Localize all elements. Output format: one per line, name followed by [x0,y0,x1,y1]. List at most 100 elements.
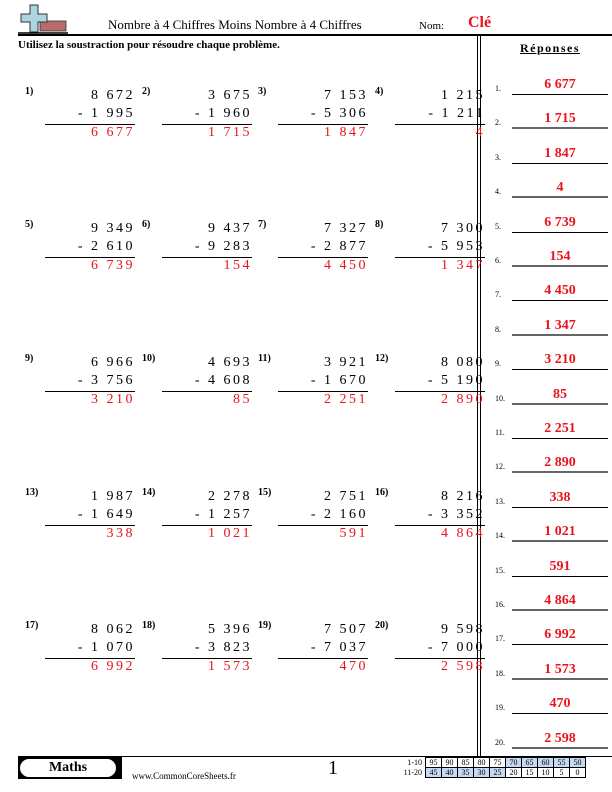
answer-key-value: 6 739 [544,214,576,230]
answer-key-value: 3 210 [544,352,576,368]
answer-line [512,231,608,233]
problem-answer: 1 573 [208,659,252,674]
problem: 9) 6 966 - 3 756 3 210 [25,353,135,433]
score-cell: 50 [569,757,586,768]
problem-answer: 1 715 [208,125,252,140]
answer-key-value: 2 890 [544,455,576,471]
problem: 6) 9 437 - 9 283 154 [142,219,252,299]
answer-line [512,300,608,302]
problem-number: 9) [25,353,34,364]
answer-key-value: 4 450 [544,283,576,299]
answer-line [512,438,608,439]
subtrahend: - 2 160 [310,507,368,522]
answers-title: Réponses [520,41,581,55]
minuend: 9 437 [208,221,252,236]
minuend: 9 598 [441,622,485,637]
answer-key-row: 19. 470 [495,684,612,715]
answer-line [512,609,608,611]
answer-key-row: 5. 6 739 [495,203,612,233]
answer-key-row: 1. 6 677 [495,65,612,95]
score-cell: 0 [569,767,586,778]
header-rule [18,34,612,36]
subject-badge: Maths [18,757,122,779]
subtrahend: - 1 257 [194,507,252,522]
problem: 10) 4 693 - 4 608 85 [142,353,252,433]
answer-key-number: 17. [495,634,505,644]
problem-answer: 1 347 [441,258,485,273]
answer-key-value: 1 847 [544,145,576,161]
problem-number: 14) [142,487,156,498]
problem: 19) 7 507 - 7 037 470 [258,620,368,700]
page-number: 1 [328,757,338,779]
problem-answer: 85 [233,392,252,407]
problem-answer: 470 [339,659,368,674]
plus-minus-logo-icon [18,4,68,34]
answer-key-value: 6 992 [544,627,576,643]
minuend: 7 327 [324,221,368,236]
minuend: 2 751 [324,489,368,504]
subtrahend: - 2 610 [77,239,135,254]
minuend: 9 349 [91,221,135,236]
answer-key-number: 5. [495,221,501,231]
score-table: 1-10 95 90 85 80 75 70 65 60 55 50 11-20 45 40 35 30 25 2… [392,757,586,778]
problem-answer: 1 847 [324,125,368,140]
problem: 13) 1 987 - 1 649 338 [25,487,135,567]
answer-key-row: 20. 2 598 [495,719,612,749]
answer-key-number: 20. [495,737,505,747]
problem-answer: 3 210 [91,392,135,407]
subtrahend: - 2 877 [310,239,368,254]
problem: 20) 9 598 - 7 000 2 598 [375,620,485,700]
answer-line [512,333,608,336]
answer-key-value: 4 [556,180,564,196]
subtrahend: - 1 070 [77,640,135,655]
answer-key-row: 7. 4 450 [495,271,612,302]
problem: 7) 7 327 - 2 877 4 450 [258,219,368,299]
name-value: Clé [468,14,492,31]
answer-line [512,369,608,371]
answer-line [512,471,608,474]
subtrahend: - 9 283 [194,239,252,254]
answer-key-row: 6. 154 [495,237,612,267]
name-label: Nom: [419,20,445,32]
problem-number: 3) [258,86,267,97]
answer-key-value: 4 864 [544,593,576,608]
minuend: 7 300 [441,221,485,236]
answer-key-number: 13. [495,496,505,506]
answer-key-value: 85 [553,386,567,402]
answer-key-value: 1 715 [544,111,576,127]
problem: 8) 7 300 - 5 953 1 347 [375,219,485,299]
problem-number: 8) [375,219,384,230]
answer-key-value: 591 [549,558,571,574]
score-row: 11-20 45 40 35 30 25 20 15 10 5 0 [392,767,586,778]
answer-key-value: 6 677 [544,77,576,92]
answer-key-row: 4. 4 [495,168,612,199]
answer-key-number: 6. [495,256,501,265]
site-url[interactable]: www.CommonCoreSheets.fr [132,771,236,781]
problem: 14) 2 278 - 1 257 1 021 [142,487,252,567]
problem-number: 11) [258,353,271,364]
subtrahend: - 1 649 [77,507,135,522]
answer-key-row: 13. 338 [495,478,612,508]
answer-key-value: 1 347 [544,317,576,333]
score-row-label: 1-10 [407,758,422,767]
answer-key-row: 18. 1 573 [495,650,612,680]
score-cell: 30 [473,767,490,778]
answer-key-row: 2. 1 715 [495,99,612,130]
answer-key-row: 9. 3 210 [495,340,612,371]
answer-key-number: 8. [495,324,501,334]
answer-key-number: 3. [495,152,501,162]
problem-answer: 591 [339,526,368,541]
answer-key-row: 12. 2 890 [495,443,612,474]
answer-key-number: 12. [495,462,505,472]
problem-answer: 1 021 [208,526,252,541]
minuend: 8 080 [441,355,485,370]
score-cell: 55 [553,757,570,768]
answer-key-number: 15. [495,565,505,575]
answer-key-row: 11. 2 251 [495,409,612,439]
answer-key-row: 14. 1 021 [495,512,612,543]
score-cell: 85 [457,757,474,768]
problem-answer: 6 992 [91,659,135,674]
answer-key-number: 19. [495,703,505,713]
subtrahend: - 7 037 [310,640,368,655]
minuend: 3 675 [208,88,252,103]
